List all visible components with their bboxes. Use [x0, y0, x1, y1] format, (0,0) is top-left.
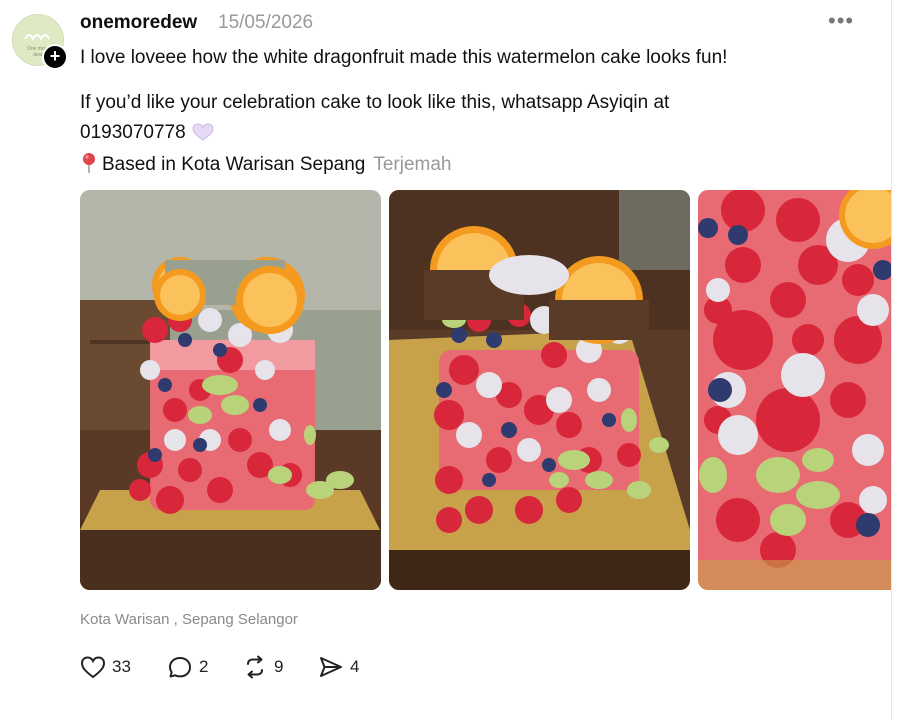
based-in-text: Based in Kota Warisan Sepang [102, 154, 366, 175]
post-text-line-2: If you’d like your celebration cake to l… [80, 92, 670, 113]
post-image-2[interactable] [389, 190, 690, 590]
brand-logo-icon [24, 34, 50, 42]
username[interactable]: onemoredew [80, 12, 197, 34]
purple-heart-icon [192, 123, 214, 141]
comment-bubble-icon [169, 657, 191, 678]
reply-count: 2 [199, 657, 209, 676]
send-icon [320, 657, 342, 677]
post-image-3[interactable] [698, 190, 891, 590]
cake-photo-3 [698, 190, 891, 590]
round-pushpin-icon [83, 153, 95, 173]
like-count: 33 [112, 657, 131, 676]
repost-icon [247, 655, 263, 679]
post-text-line-3: 0193070778 [80, 122, 214, 144]
cake-photo-2 [389, 190, 690, 590]
repost-count: 9 [274, 657, 284, 676]
phone-number: 0193070778 [80, 122, 186, 143]
follow-button[interactable]: + [42, 44, 68, 70]
heart-outline-icon [80, 656, 106, 679]
share-button[interactable]: 4 [318, 654, 359, 680]
repost-button[interactable]: 9 [242, 654, 283, 680]
post-text-line-4: Based in Kota Warisan Sepang Terjemah [80, 152, 452, 176]
translate-link[interactable]: Terjemah [373, 154, 451, 175]
post-image-1[interactable] [80, 190, 381, 590]
location-label[interactable]: Kota Warisan , Sepang Selangor [80, 611, 298, 628]
share-count: 4 [350, 657, 360, 676]
cake-photo-1 [80, 190, 381, 590]
more-options-button[interactable]: ••• [828, 8, 854, 34]
reply-button[interactable]: 2 [167, 654, 208, 680]
post-text-line-1: I love loveee how the white dragonfruit … [80, 47, 728, 68]
post-date[interactable]: 15/05/2026 [218, 12, 313, 34]
like-button[interactable]: 33 [80, 654, 131, 680]
